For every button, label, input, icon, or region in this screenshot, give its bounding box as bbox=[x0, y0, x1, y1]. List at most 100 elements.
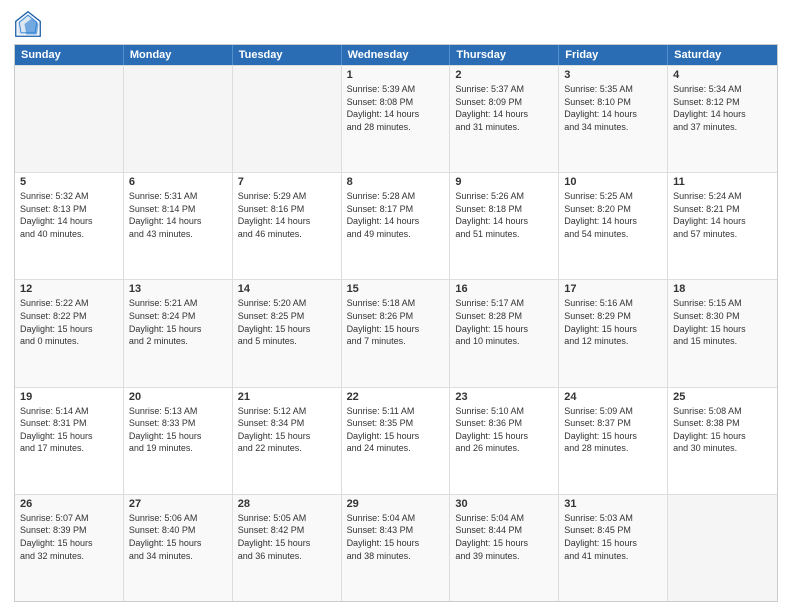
logo bbox=[14, 10, 44, 38]
calendar-cell-31: 31 Sunrise: 5:03 AM Sunset: 8:45 PM Dayli… bbox=[559, 495, 668, 601]
day-number: 16 bbox=[455, 283, 553, 295]
day-content: Sunrise: 5:18 AM Sunset: 8:26 PM Dayligh… bbox=[347, 297, 445, 347]
day-number: 18 bbox=[673, 283, 772, 295]
day-content: Sunrise: 5:03 AM Sunset: 8:45 PM Dayligh… bbox=[564, 512, 662, 562]
calendar-cell-7: 7Sunrise: 5:29 AM Sunset: 8:16 PM Daylig… bbox=[233, 173, 342, 279]
day-content: Sunrise: 5:26 AM Sunset: 8:18 PM Dayligh… bbox=[455, 190, 553, 240]
calendar-cell-23: 23 Sunrise: 5:10 AM Sunset: 8:36 PM Dayli… bbox=[450, 388, 559, 494]
day-header-thursday: Thursday bbox=[450, 45, 559, 65]
calendar-cell-24: 24 Sunrise: 5:09 AM Sunset: 8:37 PM Dayli… bbox=[559, 388, 668, 494]
day-number: 13 bbox=[129, 283, 227, 295]
calendar-cell-empty-0-1 bbox=[124, 66, 233, 172]
calendar-cell-11: 11 Sunrise: 5:24 AM Sunset: 8:21 PM Dayli… bbox=[668, 173, 777, 279]
calendar-cell-19: 19 Sunrise: 5:14 AM Sunset: 8:31 PM Dayli… bbox=[15, 388, 124, 494]
calendar-cell-16: 16Sunrise: 5:17 AM Sunset: 8:28 PM Dayli… bbox=[450, 280, 559, 386]
day-content: Sunrise: 5:15 AM Sunset: 8:30 PM Dayligh… bbox=[673, 297, 772, 347]
calendar-cell-25: 25 Sunrise: 5:08 AM Sunset: 8:38 PM Dayli… bbox=[668, 388, 777, 494]
calendar-cell-28: 28 Sunrise: 5:05 AM Sunset: 8:42 PM Dayli… bbox=[233, 495, 342, 601]
day-number: 10 bbox=[564, 176, 662, 188]
day-content: Sunrise: 5:21 AM Sunset: 8:24 PM Dayligh… bbox=[129, 297, 227, 347]
calendar-cell-29: 29 Sunrise: 5:04 AM Sunset: 8:43 PM Dayli… bbox=[342, 495, 451, 601]
calendar-cell-13: 13 Sunrise: 5:21 AM Sunset: 8:24 PM Dayli… bbox=[124, 280, 233, 386]
day-number: 9 bbox=[455, 176, 553, 188]
day-content: Sunrise: 5:06 AM Sunset: 8:40 PM Dayligh… bbox=[129, 512, 227, 562]
calendar-cell-3: 3Sunrise: 5:35 AM Sunset: 8:10 PM Daylig… bbox=[559, 66, 668, 172]
calendar-cell-10: 10 Sunrise: 5:25 AM Sunset: 8:20 PM Dayli… bbox=[559, 173, 668, 279]
day-content: Sunrise: 5:09 AM Sunset: 8:37 PM Dayligh… bbox=[564, 405, 662, 455]
calendar-cell-15: 15Sunrise: 5:18 AM Sunset: 8:26 PM Dayli… bbox=[342, 280, 451, 386]
calendar-cell-5: 5Sunrise: 5:32 AM Sunset: 8:13 PM Daylig… bbox=[15, 173, 124, 279]
calendar-cell-empty-0-0 bbox=[15, 66, 124, 172]
day-number: 1 bbox=[347, 69, 445, 81]
day-number: 28 bbox=[238, 498, 336, 510]
day-number: 11 bbox=[673, 176, 772, 188]
day-number: 14 bbox=[238, 283, 336, 295]
day-content: Sunrise: 5:08 AM Sunset: 8:38 PM Dayligh… bbox=[673, 405, 772, 455]
day-number: 20 bbox=[129, 391, 227, 403]
calendar-cell-4: 4 Sunrise: 5:34 AM Sunset: 8:12 PM Daylig… bbox=[668, 66, 777, 172]
day-number: 26 bbox=[20, 498, 118, 510]
calendar-cell-26: 26 Sunrise: 5:07 AM Sunset: 8:39 PM Dayli… bbox=[15, 495, 124, 601]
day-number: 8 bbox=[347, 176, 445, 188]
day-content: Sunrise: 5:34 AM Sunset: 8:12 PM Dayligh… bbox=[673, 83, 772, 133]
day-header-wednesday: Wednesday bbox=[342, 45, 451, 65]
day-content: Sunrise: 5:20 AM Sunset: 8:25 PM Dayligh… bbox=[238, 297, 336, 347]
calendar-row-3: 19 Sunrise: 5:14 AM Sunset: 8:31 PM Dayli… bbox=[15, 387, 777, 494]
day-number: 2 bbox=[455, 69, 553, 81]
day-number: 23 bbox=[455, 391, 553, 403]
calendar-cell-9: 9 Sunrise: 5:26 AM Sunset: 8:18 PM Daylig… bbox=[450, 173, 559, 279]
day-number: 29 bbox=[347, 498, 445, 510]
day-content: Sunrise: 5:37 AM Sunset: 8:09 PM Dayligh… bbox=[455, 83, 553, 133]
calendar-cell-14: 14 Sunrise: 5:20 AM Sunset: 8:25 PM Dayli… bbox=[233, 280, 342, 386]
calendar-cell-empty-4-6 bbox=[668, 495, 777, 601]
calendar-row-1: 5Sunrise: 5:32 AM Sunset: 8:13 PM Daylig… bbox=[15, 172, 777, 279]
day-content: Sunrise: 5:28 AM Sunset: 8:17 PM Dayligh… bbox=[347, 190, 445, 240]
day-content: Sunrise: 5:12 AM Sunset: 8:34 PM Dayligh… bbox=[238, 405, 336, 455]
day-content: Sunrise: 5:25 AM Sunset: 8:20 PM Dayligh… bbox=[564, 190, 662, 240]
calendar-cell-6: 6Sunrise: 5:31 AM Sunset: 8:14 PM Daylig… bbox=[124, 173, 233, 279]
day-content: Sunrise: 5:14 AM Sunset: 8:31 PM Dayligh… bbox=[20, 405, 118, 455]
calendar-row-0: 1 Sunrise: 5:39 AM Sunset: 8:08 PM Daylig… bbox=[15, 65, 777, 172]
calendar-cell-27: 27 Sunrise: 5:06 AM Sunset: 8:40 PM Dayli… bbox=[124, 495, 233, 601]
day-number: 4 bbox=[673, 69, 772, 81]
day-content: Sunrise: 5:05 AM Sunset: 8:42 PM Dayligh… bbox=[238, 512, 336, 562]
day-number: 5 bbox=[20, 176, 118, 188]
day-number: 30 bbox=[455, 498, 553, 510]
day-number: 27 bbox=[129, 498, 227, 510]
day-header-sunday: Sunday bbox=[15, 45, 124, 65]
calendar-cell-18: 18 Sunrise: 5:15 AM Sunset: 8:30 PM Dayli… bbox=[668, 280, 777, 386]
day-number: 22 bbox=[347, 391, 445, 403]
day-content: Sunrise: 5:22 AM Sunset: 8:22 PM Dayligh… bbox=[20, 297, 118, 347]
day-number: 31 bbox=[564, 498, 662, 510]
day-content: Sunrise: 5:04 AM Sunset: 8:44 PM Dayligh… bbox=[455, 512, 553, 562]
logo-icon bbox=[14, 10, 42, 38]
calendar-cell-21: 21Sunrise: 5:12 AM Sunset: 8:34 PM Dayli… bbox=[233, 388, 342, 494]
day-content: Sunrise: 5:10 AM Sunset: 8:36 PM Dayligh… bbox=[455, 405, 553, 455]
calendar-cell-8: 8 Sunrise: 5:28 AM Sunset: 8:17 PM Daylig… bbox=[342, 173, 451, 279]
day-header-friday: Friday bbox=[559, 45, 668, 65]
day-content: Sunrise: 5:04 AM Sunset: 8:43 PM Dayligh… bbox=[347, 512, 445, 562]
day-header-saturday: Saturday bbox=[668, 45, 777, 65]
day-number: 24 bbox=[564, 391, 662, 403]
header bbox=[14, 10, 778, 38]
day-content: Sunrise: 5:13 AM Sunset: 8:33 PM Dayligh… bbox=[129, 405, 227, 455]
day-number: 17 bbox=[564, 283, 662, 295]
calendar-cell-2: 2 Sunrise: 5:37 AM Sunset: 8:09 PM Daylig… bbox=[450, 66, 559, 172]
calendar-cell-12: 12Sunrise: 5:22 AM Sunset: 8:22 PM Dayli… bbox=[15, 280, 124, 386]
calendar-cell-30: 30 Sunrise: 5:04 AM Sunset: 8:44 PM Dayli… bbox=[450, 495, 559, 601]
day-number: 19 bbox=[20, 391, 118, 403]
day-content: Sunrise: 5:07 AM Sunset: 8:39 PM Dayligh… bbox=[20, 512, 118, 562]
calendar-row-2: 12Sunrise: 5:22 AM Sunset: 8:22 PM Dayli… bbox=[15, 279, 777, 386]
calendar: SundayMondayTuesdayWednesdayThursdayFrid… bbox=[14, 44, 778, 602]
day-number: 25 bbox=[673, 391, 772, 403]
calendar-cell-1: 1 Sunrise: 5:39 AM Sunset: 8:08 PM Daylig… bbox=[342, 66, 451, 172]
day-content: Sunrise: 5:35 AM Sunset: 8:10 PM Dayligh… bbox=[564, 83, 662, 133]
calendar-header: SundayMondayTuesdayWednesdayThursdayFrid… bbox=[15, 45, 777, 65]
day-number: 7 bbox=[238, 176, 336, 188]
day-content: Sunrise: 5:39 AM Sunset: 8:08 PM Dayligh… bbox=[347, 83, 445, 133]
day-number: 6 bbox=[129, 176, 227, 188]
page: SundayMondayTuesdayWednesdayThursdayFrid… bbox=[0, 0, 792, 612]
day-header-tuesday: Tuesday bbox=[233, 45, 342, 65]
calendar-body: 1 Sunrise: 5:39 AM Sunset: 8:08 PM Daylig… bbox=[15, 65, 777, 601]
day-content: Sunrise: 5:24 AM Sunset: 8:21 PM Dayligh… bbox=[673, 190, 772, 240]
